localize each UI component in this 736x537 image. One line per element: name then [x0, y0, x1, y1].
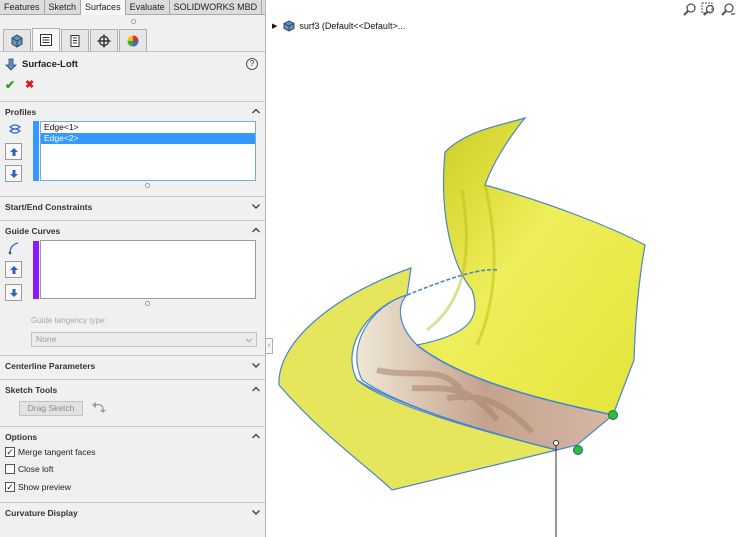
guide-curves-header: Guide Curves: [5, 226, 61, 236]
show-preview-checkbox[interactable]: ✓: [5, 482, 15, 492]
arrow-up-icon: [9, 147, 18, 156]
flyout-feature-tree[interactable]: ▶ surf3 (Default<<Default>...: [272, 19, 405, 33]
chevron-up-icon[interactable]: [251, 384, 261, 394]
surface-loft-icon: [5, 58, 17, 71]
feature-header: Surface-Loft ?: [0, 54, 265, 76]
start-end-constraints-section[interactable]: Start/End Constraints: [0, 196, 265, 216]
curvature-header: Curvature Display: [5, 508, 78, 518]
tab-sketch[interactable]: Sketch: [45, 0, 82, 15]
list-resize-handle[interactable]: [145, 183, 150, 188]
arrow-down-icon: [9, 169, 18, 178]
loft-handle-upper[interactable]: [608, 410, 618, 420]
cancel-button[interactable]: ✖: [25, 78, 34, 91]
guide-tangency-label: Guide tangency type:: [31, 316, 107, 325]
loft-handle-lower[interactable]: [573, 445, 583, 455]
chevron-up-icon[interactable]: [251, 106, 261, 116]
arrow-up-icon: [9, 265, 18, 274]
property-manager-panel: Features Sketch Surfaces Evaluate SOLIDW…: [0, 0, 266, 537]
show-preview-label: Show preview: [18, 482, 71, 492]
tab-surfaces[interactable]: Surfaces: [81, 0, 126, 15]
close-loft-label: Close loft: [18, 464, 54, 474]
centerline-header: Centerline Parameters: [5, 361, 96, 371]
sketch-tools-header: Sketch Tools: [5, 385, 58, 395]
appearance-pie-icon: [127, 35, 139, 46]
tab-evaluate[interactable]: Evaluate: [126, 0, 170, 15]
options-section[interactable]: Options: [0, 426, 265, 446]
drag-sketch-button[interactable]: Drag Sketch: [19, 401, 83, 416]
list-item[interactable]: Edge<1>: [41, 122, 255, 133]
property-list-icon: [40, 34, 52, 46]
centerline-parameters-section[interactable]: Centerline Parameters: [0, 355, 265, 375]
guide-curves-color-bar: [33, 241, 39, 299]
list-resize-handle[interactable]: [145, 301, 150, 306]
profiles-color-bar: [33, 121, 39, 181]
guide-curves-section[interactable]: Guide Curves: [0, 220, 265, 240]
feature-tree-icon: [11, 33, 23, 48]
start-end-header: Start/End Constraints: [5, 202, 93, 212]
feature-manager-tab[interactable]: [3, 29, 31, 51]
tab-features[interactable]: Features: [0, 0, 45, 15]
arrow-down-icon: [9, 288, 18, 297]
configuration-icon: [70, 34, 80, 47]
move-down-button[interactable]: [5, 165, 22, 182]
previous-view-icon[interactable]: [720, 2, 736, 18]
close-loft-checkbox[interactable]: [5, 464, 15, 474]
chevron-down-icon[interactable]: [251, 507, 261, 517]
chevron-up-icon[interactable]: [251, 431, 261, 441]
profiles-section-header[interactable]: Profiles: [0, 101, 265, 121]
graphics-area[interactable]: ▶ surf3 (Default<<Default>...: [267, 0, 736, 537]
zoom-to-area-icon[interactable]: [701, 2, 717, 18]
chevron-down-icon: [245, 338, 253, 343]
part-name: surf3 (Default<<Default>...: [299, 21, 406, 31]
ok-cancel-bar: ✔ ✖: [0, 76, 265, 94]
heads-up-view-toolbar: [682, 2, 736, 18]
guide-curve-icon: [8, 242, 19, 255]
sketch-tools-section[interactable]: Sketch Tools: [0, 379, 265, 399]
list-item[interactable]: Edge<2>: [41, 133, 255, 144]
configuration-manager-tab[interactable]: [61, 29, 89, 51]
ok-button[interactable]: ✔: [5, 78, 15, 92]
chevron-down-icon[interactable]: [251, 360, 261, 370]
dimxpert-manager-tab[interactable]: [90, 29, 118, 51]
help-button[interactable]: ?: [246, 58, 258, 70]
merge-tangent-label: Merge tangent faces: [18, 447, 96, 457]
profiles-header: Profiles: [5, 107, 37, 117]
feature-title: Surface-Loft: [22, 59, 78, 70]
panel-splitter[interactable]: [0, 16, 265, 26]
guide-move-down-button[interactable]: [5, 284, 22, 301]
crosshair-icon: [97, 34, 111, 47]
chevron-up-icon[interactable]: [251, 225, 261, 235]
tab-solidworks-mbd[interactable]: SOLIDWORKS MBD: [170, 0, 263, 15]
property-manager-tab[interactable]: [32, 28, 60, 51]
loft-preview-model: [278, 116, 646, 537]
curvature-display-section[interactable]: Curvature Display: [0, 502, 265, 522]
display-manager-tab[interactable]: [119, 29, 147, 51]
part-icon: [283, 20, 295, 32]
move-up-button[interactable]: [5, 143, 22, 160]
merge-tangent-checkbox[interactable]: ✓: [5, 447, 15, 457]
splitter-knob-icon: [130, 19, 136, 24]
profile-select-icon: [9, 124, 21, 134]
chevron-down-icon[interactable]: [251, 201, 261, 211]
profiles-list[interactable]: Edge<1> Edge<2>: [40, 121, 256, 181]
zoom-to-fit-icon[interactable]: [682, 2, 698, 18]
expand-arrow-icon[interactable]: ▶: [272, 22, 277, 30]
options-header: Options: [5, 432, 38, 442]
undo-sketch-icon[interactable]: [91, 401, 107, 415]
command-manager-tabs: Features Sketch Surfaces Evaluate SOLIDW…: [0, 0, 265, 15]
guide-move-up-button[interactable]: [5, 261, 22, 278]
manager-toolbar: [0, 28, 265, 52]
guide-curves-list[interactable]: [40, 240, 256, 299]
guide-tangency-select[interactable]: None: [31, 332, 257, 347]
guide-tangency-value: None: [36, 334, 57, 344]
